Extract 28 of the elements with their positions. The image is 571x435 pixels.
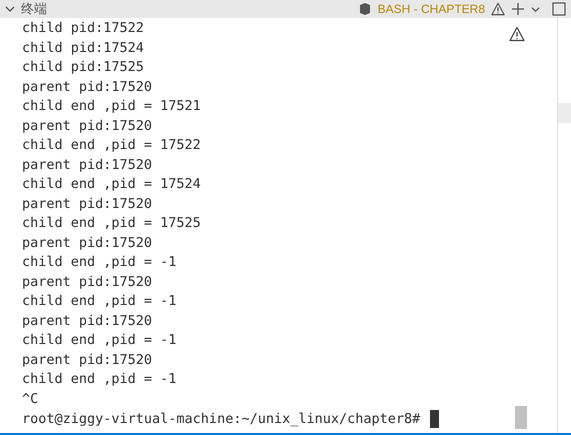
terminal-line: parent pid:17520 [22, 156, 152, 174]
terminal-line: child end ,pid = -1 [22, 331, 176, 350]
terminal-line: child end ,pid = -1 [22, 253, 176, 272]
terminal-line: child end ,pid = -1 [22, 370, 176, 389]
plus-icon[interactable] [511, 2, 525, 16]
terminal-line: child pid:17525 [22, 58, 144, 77]
chevron-icon[interactable] [531, 4, 540, 14]
terminal-line: parent pid:17520 [22, 116, 152, 136]
terminal-line: parent pid:17520 [22, 78, 152, 96]
terminal-line: parent pid:17520 [22, 312, 152, 330]
terminal-line: parent pid:17520 [22, 234, 152, 252]
terminal-line: ^C [22, 390, 38, 408]
cursor [430, 410, 440, 428]
terminal-line: child pid:17522 [22, 19, 144, 38]
terminal-line: child end ,pid = 17521 [22, 97, 201, 116]
terminal-line: child end ,pid = -1 [22, 292, 176, 311]
chevron-icon[interactable] [5, 4, 15, 14]
terminal-line: child end ,pid = 17524 [22, 175, 201, 194]
terminal-line: parent pid:17520 [22, 272, 152, 292]
terminal-prompt: root@ziggy-virtual-machine:~/unix_linux/chapter8# [22, 410, 420, 429]
warning-icon [491, 2, 505, 16]
warning-icon [509, 26, 525, 42]
terminal-line: child pid:17524 [22, 38, 144, 58]
terminal-line: parent pid:17520 [22, 350, 152, 370]
terminal-line: parent pid:17520 [22, 194, 152, 214]
terminal-line: child end ,pid = 17522 [22, 136, 201, 155]
terminal-line: child end ,pid = 17525 [22, 214, 201, 233]
panel-title[interactable]: 终端 [21, 0, 47, 18]
